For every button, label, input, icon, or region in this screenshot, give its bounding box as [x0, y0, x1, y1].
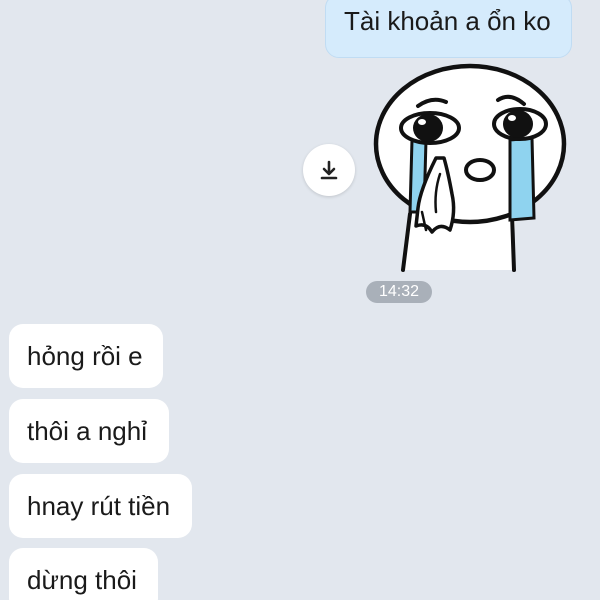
message-text: Tài khoản a ổn ko — [344, 6, 551, 36]
incoming-message-bubble[interactable]: hỏng rồi e — [9, 324, 163, 388]
message-text: thôi a nghỉ — [27, 416, 147, 446]
crying-face-sticker-icon[interactable] — [360, 62, 580, 276]
message-text: hnay rút tiền — [27, 491, 171, 521]
message-text: dừng thôi — [27, 565, 137, 595]
incoming-message-bubble[interactable]: dừng thôi — [9, 548, 158, 600]
incoming-message-bubble[interactable]: thôi a nghỉ — [9, 399, 169, 463]
outgoing-message-bubble[interactable]: Tài khoản a ổn ko — [325, 0, 572, 58]
message-text: hỏng rồi e — [27, 341, 143, 371]
message-timestamp: 14:32 — [366, 281, 432, 303]
timestamp-text: 14:32 — [378, 283, 420, 300]
download-sticker-button[interactable] — [303, 144, 355, 196]
incoming-message-bubble[interactable]: hnay rút tiền — [9, 474, 192, 538]
download-icon — [320, 160, 338, 180]
chat-thread: Tài khoản a ổn ko 14:32 hỏng rồi e thôi … — [0, 0, 600, 600]
